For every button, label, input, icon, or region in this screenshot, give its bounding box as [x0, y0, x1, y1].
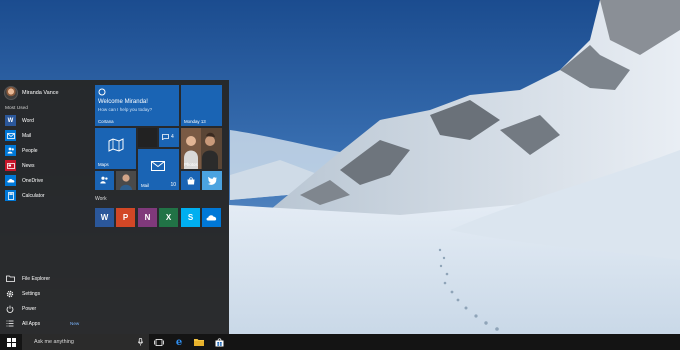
- powerpoint-icon: P: [122, 213, 129, 222]
- folder-icon: [5, 274, 15, 284]
- most-used-item-label: People: [22, 147, 38, 154]
- messaging-tile[interactable]: 4: [159, 128, 179, 147]
- store-tile[interactable]: [181, 171, 200, 190]
- file-explorer-label: File Explorer: [22, 275, 51, 282]
- system-list: File Explorer Settings Power All Apps Ne…: [5, 271, 85, 331]
- most-used-item-mail[interactable]: Mail: [5, 128, 45, 143]
- contact-photo-tile[interactable]: [116, 171, 136, 190]
- skype-icon: S: [187, 213, 194, 222]
- mail-tile-label: Mail: [141, 183, 150, 188]
- messaging-count: 4: [171, 134, 174, 140]
- most-used-list: W Word Mail People News OneDrive Calcula…: [5, 113, 45, 203]
- most-used-item-label: OneDrive: [22, 177, 44, 184]
- power-icon: [5, 304, 15, 314]
- onedrive-icon: [206, 215, 217, 221]
- windows-icon: [6, 337, 16, 347]
- microphone-icon[interactable]: [138, 338, 143, 346]
- news-icon: [5, 160, 16, 171]
- most-used-label: Most Used: [5, 106, 28, 111]
- most-used-item-label: Word: [22, 117, 34, 124]
- word-icon: W: [5, 115, 16, 126]
- people-tile-icon: [100, 176, 108, 184]
- new-badge: New: [70, 321, 80, 326]
- store-taskbar-button[interactable]: [210, 334, 228, 350]
- edge-icon: e: [175, 336, 183, 348]
- mail-tile-icon: [151, 161, 165, 171]
- blank-tile[interactable]: [138, 128, 157, 147]
- message-icon: [162, 134, 169, 140]
- excel-icon: X: [165, 213, 172, 222]
- store-icon: [187, 176, 194, 184]
- maps-tile[interactable]: Maps: [95, 128, 136, 169]
- start-button[interactable]: [0, 334, 22, 350]
- onenote-icon: N: [144, 213, 151, 222]
- twitter-icon: [207, 176, 217, 185]
- start-menu-left-pane: Miranda Vance Most Used W Word Mail Peop…: [0, 80, 88, 334]
- word-icon: W: [100, 213, 109, 222]
- store-bag-icon: [215, 337, 223, 346]
- most-used-item-news[interactable]: News: [5, 158, 45, 173]
- calculator-icon: [5, 190, 16, 201]
- calendar-tile[interactable]: Monday 13: [181, 85, 222, 126]
- most-used-item-people[interactable]: People: [5, 143, 45, 158]
- cortana-subtitle: How can I help you today?: [98, 107, 153, 112]
- work-tile-excel[interactable]: X: [159, 208, 178, 227]
- all-apps-item[interactable]: All Apps New: [5, 316, 85, 331]
- mail-tile[interactable]: Mail 10: [138, 149, 179, 190]
- work-tile-word[interactable]: W: [95, 208, 114, 227]
- people-tile[interactable]: [95, 171, 114, 190]
- onedrive-icon: [5, 175, 16, 186]
- task-view-icon: [154, 338, 164, 346]
- power-label: Power: [22, 305, 37, 312]
- cortana-icon: [98, 88, 106, 96]
- work-tile-skype[interactable]: S: [181, 208, 200, 227]
- most-used-item-onedrive[interactable]: OneDrive: [5, 173, 45, 188]
- work-tile-onenote[interactable]: N: [138, 208, 157, 227]
- most-used-item-label: News: [22, 162, 35, 169]
- file-explorer-taskbar-button[interactable]: [190, 334, 208, 350]
- search-placeholder: Ask me anything: [34, 339, 74, 345]
- user-account[interactable]: Miranda Vance: [4, 84, 59, 102]
- list-icon: [5, 319, 15, 329]
- all-apps-label: All Apps: [22, 320, 41, 327]
- settings-label: Settings: [22, 290, 41, 297]
- task-view-button[interactable]: [150, 334, 168, 350]
- people-icon: [5, 145, 16, 156]
- maps-label: Maps: [98, 162, 109, 167]
- taskbar: Ask me anything e: [0, 334, 680, 350]
- power-item[interactable]: Power: [5, 301, 85, 316]
- contact-photo: [116, 171, 136, 190]
- avatar: [4, 86, 18, 100]
- work-tile-onedrive[interactable]: [202, 208, 221, 227]
- settings-item[interactable]: Settings: [5, 286, 85, 301]
- gear-icon: [5, 289, 15, 299]
- work-tile-powerpoint[interactable]: P: [116, 208, 135, 227]
- folder-icon: [194, 339, 204, 346]
- cortana-title: Welcome Miranda!: [98, 99, 148, 105]
- most-used-item-calculator[interactable]: Calculator: [5, 188, 45, 203]
- maps-icon: [108, 138, 124, 152]
- cortana-tile[interactable]: Welcome Miranda! How can I help you toda…: [95, 85, 179, 126]
- photos-tile[interactable]: Photos: [181, 128, 222, 169]
- work-group-label: Work: [95, 196, 107, 202]
- cortana-label: Cortana: [98, 119, 114, 124]
- mail-count: 10: [170, 182, 176, 188]
- mail-icon: [5, 130, 16, 141]
- most-used-item-label: Calculator: [22, 192, 45, 199]
- twitter-tile[interactable]: [202, 171, 222, 190]
- start-menu: Miranda Vance Most Used W Word Mail Peop…: [0, 80, 229, 334]
- search-box[interactable]: Ask me anything: [22, 334, 149, 350]
- edge-button[interactable]: e: [170, 334, 188, 350]
- user-name: Miranda Vance: [22, 90, 59, 96]
- calendar-label: Monday 13: [184, 119, 206, 124]
- file-explorer-item[interactable]: File Explorer: [5, 271, 85, 286]
- most-used-item-label: Mail: [22, 132, 32, 139]
- photos-label: Photos: [184, 162, 198, 167]
- most-used-item-word[interactable]: W Word: [5, 113, 45, 128]
